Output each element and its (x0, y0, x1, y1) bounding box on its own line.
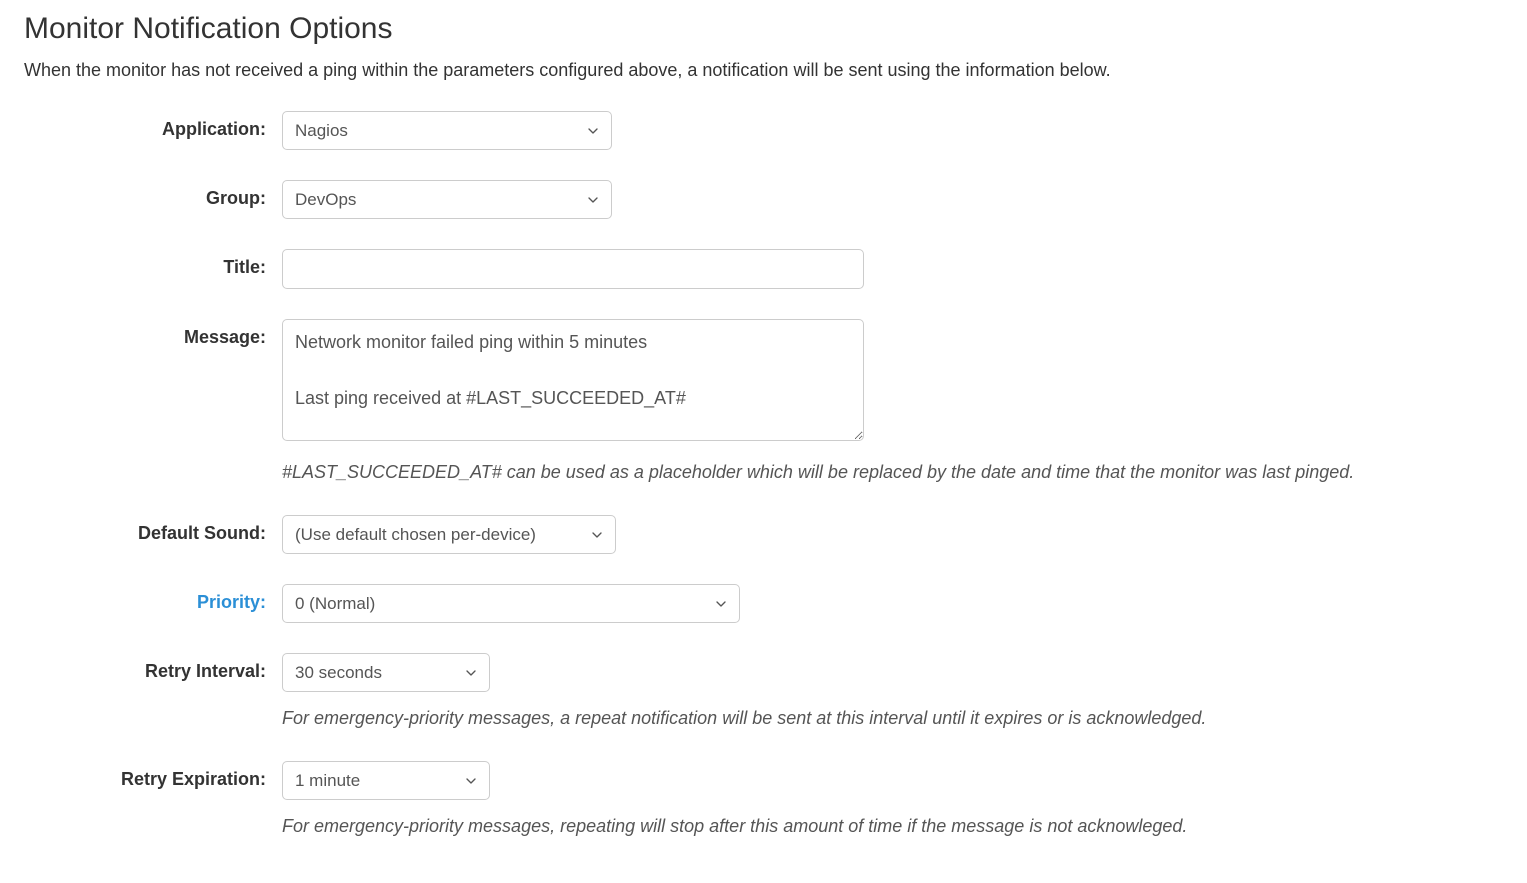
retry-interval-row: Retry Interval: 30 seconds For emergency… (24, 653, 1503, 731)
group-select[interactable]: DevOps (282, 180, 612, 219)
default-sound-select[interactable]: (Use default chosen per-device) (282, 515, 616, 554)
application-label: Application: (24, 111, 282, 140)
priority-row: Priority: 0 (Normal) (24, 584, 1503, 623)
retry-expiration-label: Retry Expiration: (24, 761, 282, 790)
priority-label[interactable]: Priority: (24, 584, 282, 613)
message-textarea[interactable]: Network monitor failed ping within 5 min… (282, 319, 864, 441)
default-sound-row: Default Sound: (Use default chosen per-d… (24, 515, 1503, 554)
message-help-text: #LAST_SUCCEEDED_AT# can be used as a pla… (282, 460, 1503, 485)
application-select[interactable]: Nagios (282, 111, 612, 150)
retry-expiration-help-text: For emergency-priority messages, repeati… (282, 814, 1503, 839)
group-label: Group: (24, 180, 282, 209)
default-sound-label: Default Sound: (24, 515, 282, 544)
application-row: Application: Nagios (24, 111, 1503, 150)
retry-expiration-select[interactable]: 1 minute (282, 761, 490, 800)
retry-interval-label: Retry Interval: (24, 653, 282, 682)
message-label: Message: (24, 319, 282, 348)
page-description: When the monitor has not received a ping… (24, 60, 1503, 81)
priority-select[interactable]: 0 (Normal) (282, 584, 740, 623)
message-row: Message: Network monitor failed ping wit… (24, 319, 1503, 485)
page-heading: Monitor Notification Options (24, 12, 1503, 46)
retry-expiration-row: Retry Expiration: 1 minute For emergency… (24, 761, 1503, 839)
retry-interval-help-text: For emergency-priority messages, a repea… (282, 706, 1503, 731)
group-row: Group: DevOps (24, 180, 1503, 219)
title-row: Title: (24, 249, 1503, 289)
title-label: Title: (24, 249, 282, 278)
title-input[interactable] (282, 249, 864, 289)
retry-interval-select[interactable]: 30 seconds (282, 653, 490, 692)
